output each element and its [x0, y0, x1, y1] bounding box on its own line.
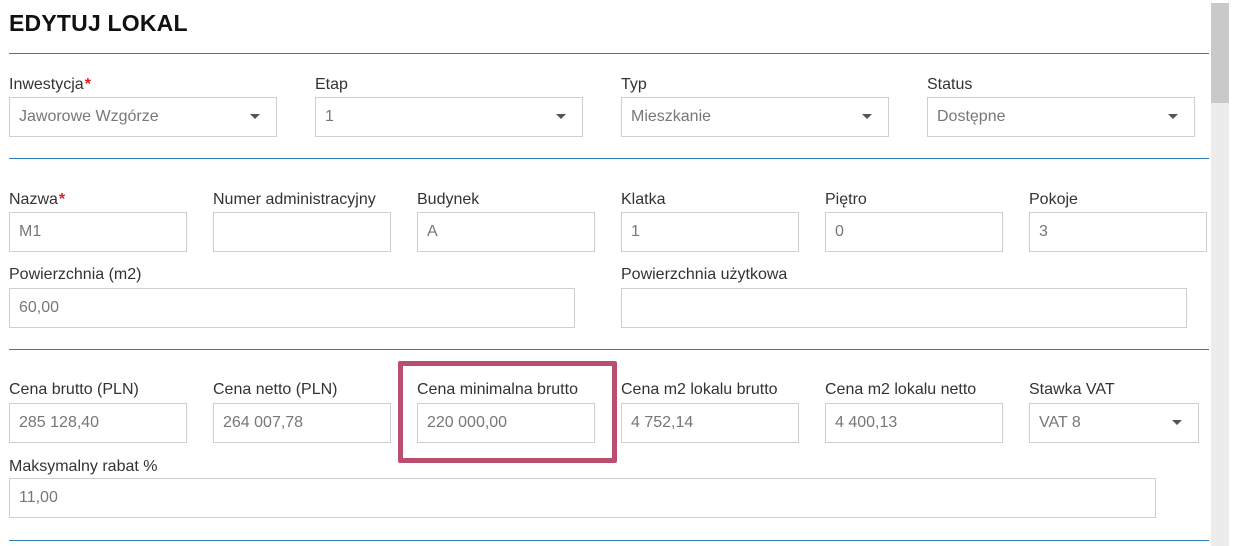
status-select[interactable]: Dostępne	[927, 97, 1195, 137]
vat-rate-select[interactable]: VAT 8	[1029, 403, 1199, 443]
price-gross-input[interactable]: 285 128,40	[9, 403, 187, 443]
scrollbar[interactable]	[1211, 3, 1229, 546]
min-price-gross-label: Cena minimalna brutto	[417, 381, 578, 398]
price-m2-gross-label: Cena m2 lokalu brutto	[621, 381, 778, 398]
section-divider	[9, 349, 1209, 350]
investment-value: Jaworowe Wzgórze	[19, 108, 159, 125]
min-price-gross-input[interactable]: 220 000,00	[417, 403, 595, 443]
type-value: Mieszkanie	[631, 108, 712, 125]
usable-area-input[interactable]	[621, 288, 1187, 328]
scrollbar-thumb[interactable]	[1211, 3, 1229, 103]
required-mark: *	[84, 76, 91, 93]
price-net-label: Cena netto (PLN)	[213, 381, 338, 398]
max-discount-label: Maksymalny rabat %	[9, 458, 158, 475]
stage-select[interactable]: 1	[315, 97, 583, 137]
area-input[interactable]: 60,00	[9, 288, 575, 328]
section-divider	[9, 540, 1209, 541]
status-value: Dostępne	[937, 108, 1006, 125]
investment-label: Inwestycja*	[9, 76, 91, 93]
usable-area-label: Powierzchnia użytkowa	[621, 266, 788, 283]
building-label: Budynek	[417, 191, 480, 208]
floor-input[interactable]: 0	[825, 212, 1003, 252]
name-label: Nazwa*	[9, 191, 66, 208]
type-label: Typ	[621, 76, 647, 93]
staircase-label: Klatka	[621, 191, 666, 208]
chevron-down-icon	[250, 114, 260, 119]
vat-rate-value: VAT 8	[1039, 414, 1081, 431]
chevron-down-icon	[1168, 114, 1178, 119]
price-net-input[interactable]: 264 007,78	[213, 403, 391, 443]
page-title: EDYTUJ LOKAL	[9, 10, 188, 36]
rooms-label: Pokoje	[1029, 191, 1078, 208]
stage-label: Etap	[315, 76, 348, 93]
building-input[interactable]: A	[417, 212, 595, 252]
price-gross-label: Cena brutto (PLN)	[9, 381, 139, 398]
required-mark: *	[58, 191, 66, 208]
max-discount-input[interactable]: 11,00	[9, 478, 1156, 518]
section-divider	[9, 53, 1209, 54]
price-m2-net-label: Cena m2 lokalu netto	[825, 381, 977, 398]
admin-number-label: Numer administracyjny	[213, 191, 376, 208]
admin-number-input[interactable]	[213, 212, 391, 252]
rooms-input[interactable]: 3	[1029, 212, 1207, 252]
floor-label: Piętro	[825, 191, 867, 208]
investment-select[interactable]: Jaworowe Wzgórze	[9, 97, 277, 137]
status-label: Status	[927, 76, 973, 93]
vat-rate-label: Stawka VAT	[1029, 381, 1115, 398]
type-select[interactable]: Mieszkanie	[621, 97, 889, 137]
stage-value: 1	[325, 108, 334, 125]
chevron-down-icon	[1172, 420, 1182, 425]
chevron-down-icon	[556, 114, 566, 119]
price-m2-gross-input[interactable]: 4 752,14	[621, 403, 799, 443]
area-label: Powierzchnia (m2)	[9, 266, 142, 283]
price-m2-net-input[interactable]: 4 400,13	[825, 403, 1003, 443]
staircase-input[interactable]: 1	[621, 212, 799, 252]
chevron-down-icon	[862, 114, 872, 119]
section-divider	[9, 158, 1209, 159]
name-input[interactable]: M1	[9, 212, 187, 252]
